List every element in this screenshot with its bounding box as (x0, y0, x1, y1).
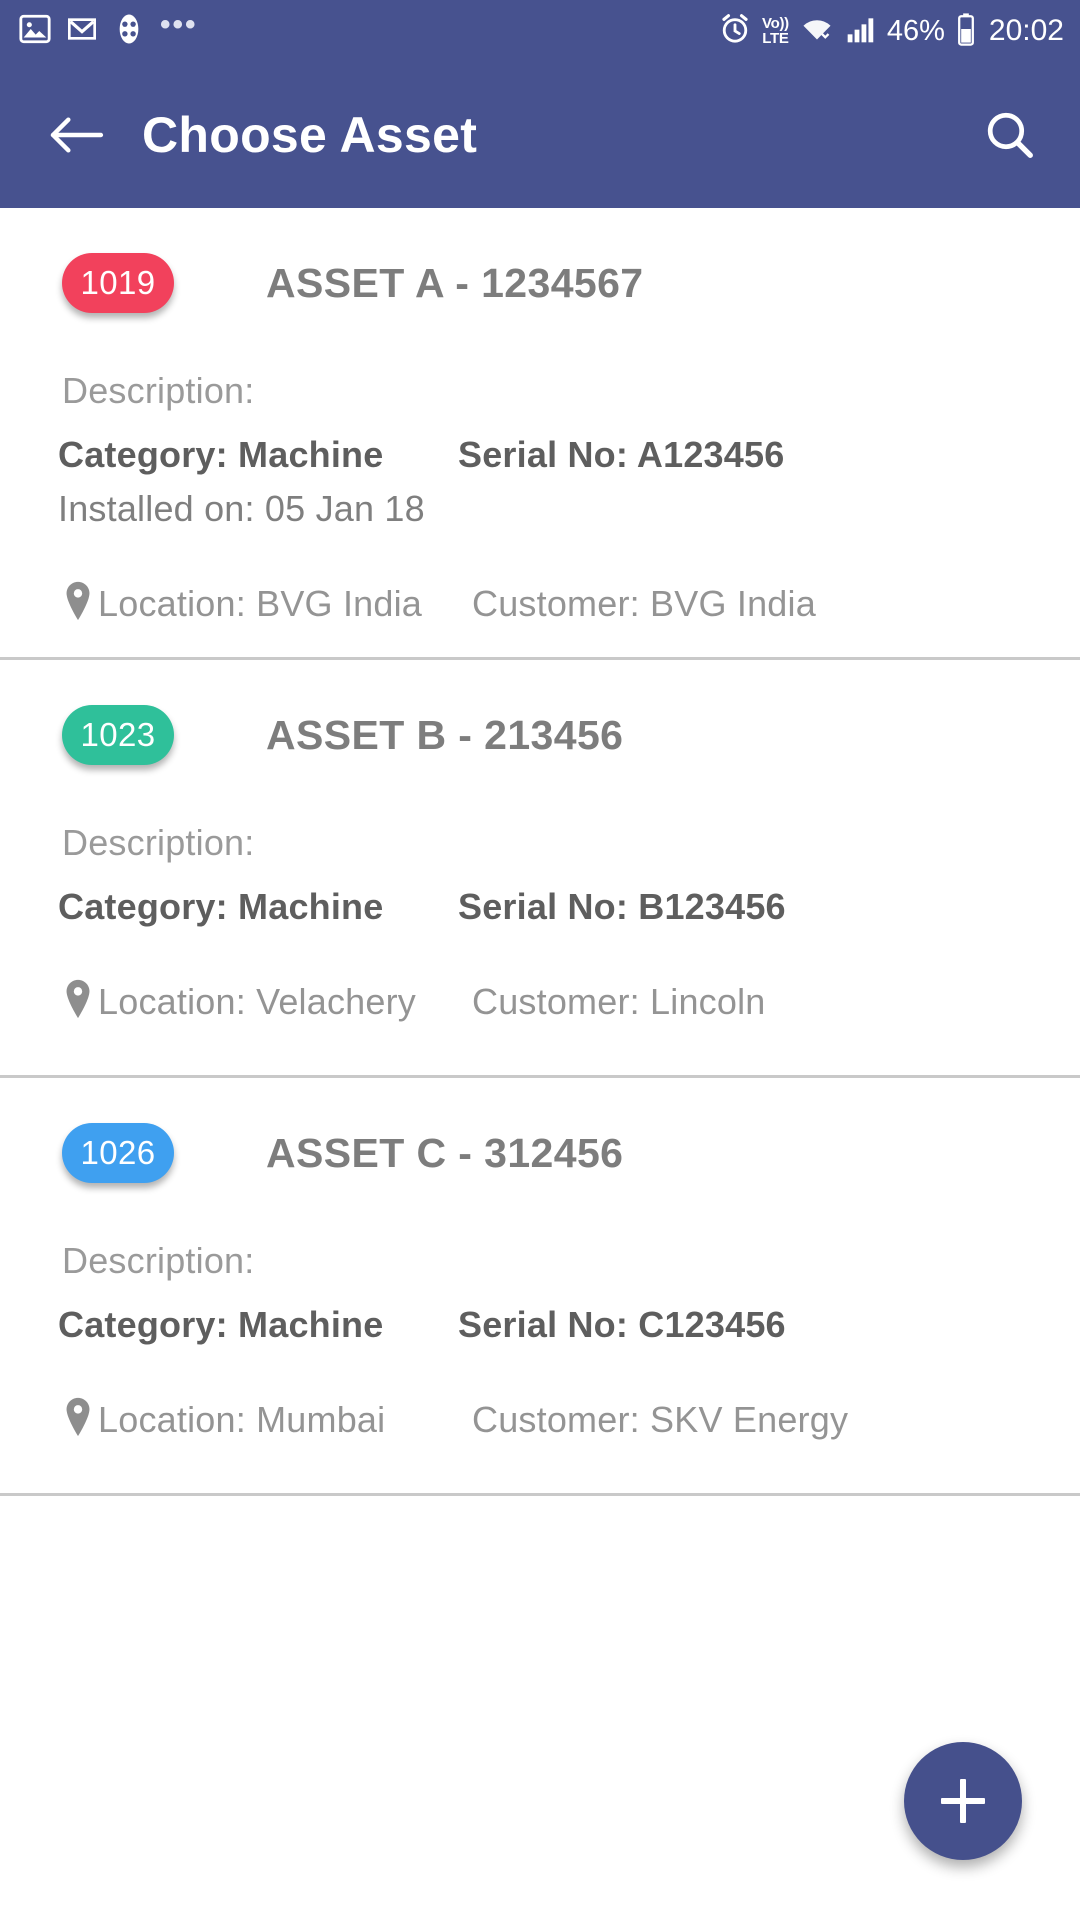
asset-location-cell: Location: Velachery (62, 978, 458, 1025)
asset-category-cell: Category: Machine (58, 1304, 458, 1346)
asset-category-cell: Category: Machine (58, 886, 458, 928)
app-bar: Choose Asset (0, 62, 1080, 208)
volte-bottom-label: LTE (762, 30, 789, 47)
more-dots-icon: ••• (160, 8, 198, 41)
signal-bars-icon (845, 13, 877, 50)
clock-label: 20:02 (988, 14, 1064, 47)
asset-id-badge: 1026 (62, 1123, 174, 1183)
asset-location: Location: Velachery (98, 980, 417, 1022)
status-bar-system: Vo)) LTE 46% 20:02 (718, 12, 1064, 51)
status-bar: ••• Vo)) LTE 46% 20:02 (0, 0, 1080, 62)
asset-title: ASSET B - 213456 (266, 711, 624, 758)
volte-top-label: Vo)) (762, 15, 789, 32)
plus-icon (941, 1779, 985, 1823)
asset-location: Location: BVG India (98, 582, 423, 624)
screen-root: ••• Vo)) LTE 46% 20:02 Choose Asset 1019… (0, 0, 1080, 1920)
asset-description-label: Description: (62, 1240, 255, 1281)
search-icon (987, 112, 1033, 158)
clover-app-icon (112, 12, 146, 51)
asset-category-cell: Category: Machine (58, 434, 458, 476)
asset-header: 1023 ASSET B - 213456 (0, 700, 1080, 770)
card-bottom-spacer (0, 1025, 1080, 1045)
asset-customer: Customer: SKV Energy (472, 1398, 849, 1440)
asset-serial-cell: Serial No: A123456 (458, 434, 1080, 476)
map-pin-icon (62, 978, 94, 1025)
asset-location-cell: Location: Mumbai (62, 1396, 458, 1443)
asset-description-label: Description: (62, 822, 255, 863)
status-bar-notifications: ••• (18, 8, 198, 51)
asset-list-item[interactable]: 1019 ASSET A - 1234567 Description: Cate… (0, 208, 1080, 660)
asset-list-item[interactable]: 1023 ASSET B - 213456 Description: Categ… (0, 660, 1080, 1078)
wifi-icon (799, 13, 835, 50)
map-pin-icon (62, 1396, 94, 1443)
asset-location-row: Location: Velachery Customer: Lincoln (0, 978, 1080, 1025)
asset-serial-no: Serial No: A123456 (458, 434, 785, 475)
volte-icon: Vo)) LTE (762, 16, 789, 46)
asset-info-row: Category: Machine Serial No: A123456 (0, 434, 1080, 476)
asset-header: 1026 ASSET C - 312456 (0, 1118, 1080, 1188)
arrow-left-icon (50, 117, 104, 153)
asset-description-label: Description: (62, 370, 255, 411)
asset-info-row: Category: Machine Serial No: C123456 (0, 1304, 1080, 1346)
asset-category: Category: Machine (58, 1304, 384, 1345)
battery-icon (955, 12, 977, 51)
asset-customer-cell: Customer: BVG India (458, 583, 1080, 625)
asset-list: 1019 ASSET A - 1234567 Description: Cate… (0, 208, 1080, 1496)
asset-serial-no: Serial No: C123456 (458, 1304, 786, 1345)
asset-header: 1019 ASSET A - 1234567 (0, 248, 1080, 318)
asset-installed-on: Installed on: 05 Jan 18 (58, 488, 425, 529)
asset-title: ASSET C - 312456 (266, 1129, 624, 1176)
asset-customer: Customer: Lincoln (472, 980, 766, 1022)
asset-serial-cell: Serial No: C123456 (458, 1304, 1080, 1346)
search-button[interactable] (978, 103, 1042, 167)
asset-location-row: Location: Mumbai Customer: SKV Energy (0, 1396, 1080, 1443)
gmail-icon (66, 13, 98, 50)
asset-location-row: Location: BVG India Customer: BVG India (0, 580, 1080, 627)
asset-info-row: Category: Machine Serial No: B123456 (0, 886, 1080, 928)
asset-customer: Customer: BVG India (472, 582, 816, 624)
map-pin-icon (62, 580, 94, 627)
battery-percent-label: 46% (886, 14, 945, 47)
asset-serial-no: Serial No: B123456 (458, 886, 786, 927)
asset-customer-cell: Customer: Lincoln (458, 981, 1080, 1023)
photos-icon (18, 12, 52, 51)
page-title: Choose Asset (142, 107, 478, 163)
asset-location: Location: Mumbai (98, 1398, 386, 1440)
alarm-clock-icon (718, 12, 752, 51)
add-asset-fab[interactable] (904, 1742, 1022, 1860)
asset-title: ASSET A - 1234567 (266, 259, 644, 306)
asset-id-badge: 1019 (62, 253, 174, 313)
card-bottom-spacer (0, 1443, 1080, 1463)
asset-customer-cell: Customer: SKV Energy (458, 1399, 1080, 1441)
asset-id-badge: 1023 (62, 705, 174, 765)
asset-category: Category: Machine (58, 886, 384, 927)
back-button[interactable] (44, 103, 108, 167)
asset-serial-cell: Serial No: B123456 (458, 886, 1080, 928)
asset-category: Category: Machine (58, 434, 384, 475)
asset-list-item[interactable]: 1026 ASSET C - 312456 Description: Categ… (0, 1078, 1080, 1496)
asset-location-cell: Location: BVG India (62, 580, 458, 627)
